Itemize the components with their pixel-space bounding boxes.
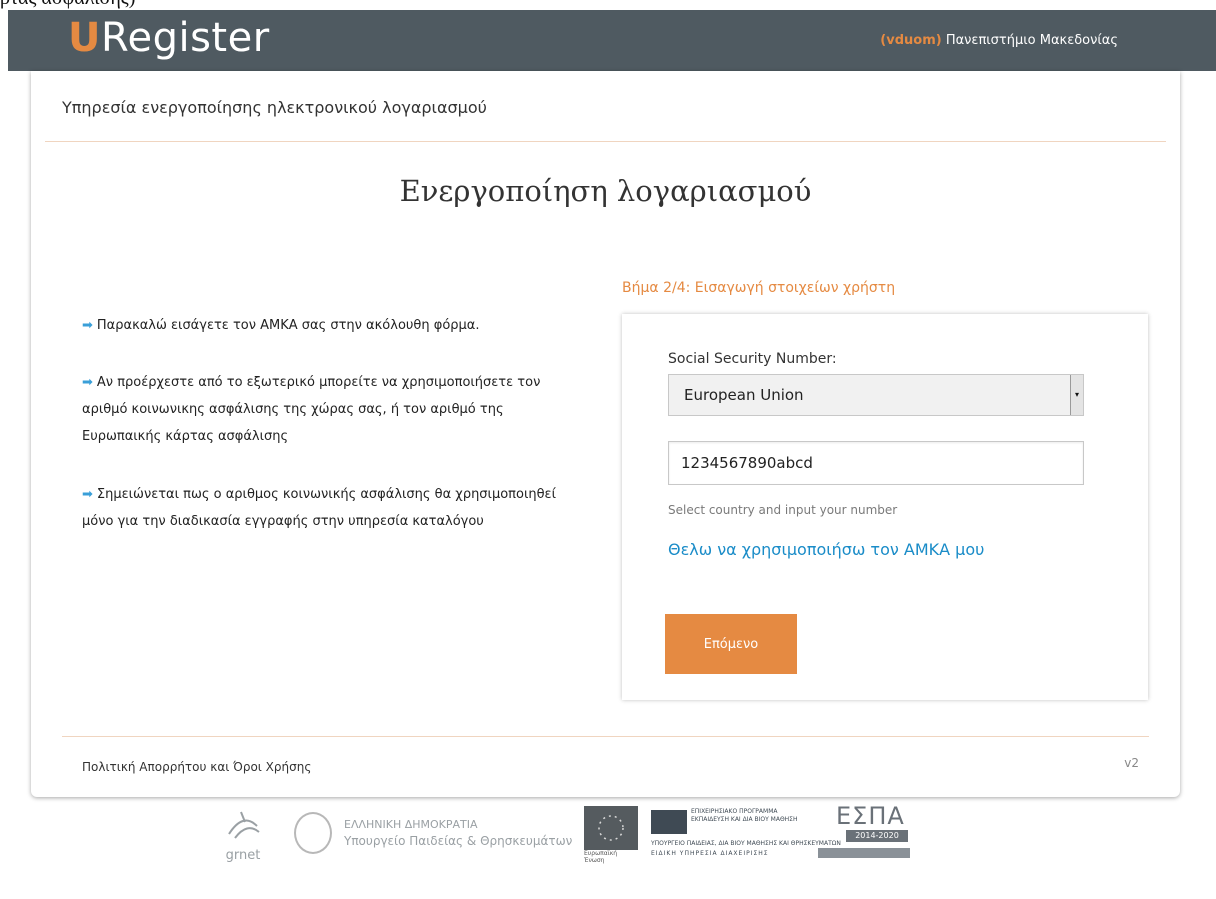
country-select[interactable]: European Union ▾ [668,374,1084,416]
arrow-right-icon: ➡ [82,375,93,390]
ssn-label: Social Security Number: [668,351,837,367]
country-select-value: European Union [684,386,804,404]
greek-ministry-logo: ΕΛΛΗΝΙΚΗ ΔΗΜΟΚΡΑΤΙΑ Υπουργείο Παιδείας &… [294,812,594,862]
registration-form: Social Security Number: European Union ▾… [622,314,1148,700]
epeaek-emblem-icon [651,810,687,834]
ep-line-4: ΕΙΔΙΚΗ ΥΠΗΡΕΣΙΑ ΔΙΑΧΕΙΡΙΣΗΣ [651,850,769,857]
version-label: v2 [1124,756,1139,770]
info-text: Σημειώνεται πως ο αριθμος κοινωνικής ασφ… [82,487,556,529]
sponsor-logos: grnet ΕΛΛΗΝΙΚΗ ΔΗΜΟΚΡΑΤΙΑ Υπουργείο Παιδ… [0,800,1216,880]
espa-bar [818,848,910,858]
gov-line-1: ΕΛΛΗΝΙΚΗ ΔΗΜΟΚΡΑΤΙΑ [344,818,478,831]
username: (vduom) [880,33,942,48]
espa-years: 2014-2020 [846,830,908,842]
institution-name: Πανεπιστήμιο Μακεδονίας [945,33,1118,48]
ssn-input[interactable] [668,441,1084,485]
privacy-policy-link[interactable]: Πολιτική Απορρήτου και Όροι Χρήσης [82,760,311,774]
dropdown-arrow-icon[interactable]: ▾ [1070,375,1083,415]
main-card: Υπηρεσία ενεργοποίησης ηλεκτρονικού λογα… [31,71,1180,797]
ep-line-2: ΕΚΠΑΙΔΕΥΣΗ ΚΑΙ ΔΙΑ ΒΙΟΥ ΜΑΘΗΣΗ [691,816,798,823]
app-logo[interactable]: URegister [68,14,270,62]
info-text: Αν προέρχεστε από το εξωτερικό μπορείτε … [82,375,541,444]
divider-bottom [62,736,1149,737]
logo-text: Register [100,15,270,61]
info-text: Παρακαλώ εισάγετε τον ΑΜΚΑ σας στην ακόλ… [96,318,480,333]
eu-flag-icon [584,806,638,850]
espa-logo: ΕΣΠΑ 2014-2020 [818,802,910,866]
divider-top [45,141,1166,142]
help-text: Select country and input your number [668,503,898,517]
gov-line-2: Υπουργείο Παιδείας & Θρησκευμάτων [344,834,573,848]
grnet-logo: grnet [218,808,268,868]
top-bar: URegister (vduom) Πανεπιστήμιο Μακεδονία… [8,10,1216,71]
page-title: Ενεργοποίηση λογαριασμού [399,174,812,208]
info-item: ➡ Σημειώνεται πως ο αριθμος κοινωνικής ασ… [82,481,572,535]
eu-stars-icon [598,815,624,841]
espa-title: ΕΣΠΑ [836,802,905,830]
grnet-emblem-icon [228,811,260,839]
info-item: ➡ Παρακαλώ εισάγετε τον ΑΜΚΑ σας στην ακό… [82,312,572,339]
arrow-right-icon: ➡ [82,487,93,502]
logo-letter: U [68,15,101,61]
service-title: Υπηρεσία ενεργοποίησης ηλεκτρονικού λογα… [62,98,487,117]
stray-text-fragment: ρτας ασφαλισης) [0,0,135,10]
ep-line-3: ΥΠΟΥΡΓΕΙΟ ΠΑΙΔΕΙΑΣ, ΔΙΑ ΒΙΟΥ ΜΑΘΗΣΗΣ ΚΑΙ… [651,840,841,847]
use-amka-link[interactable]: Θελω να χρησιμοποιήσω τον ΑΜΚΑ μου [668,540,984,559]
epeaek-logo: ΕΠΙΧΕΙΡΗΣΙΑΚΟ ΠΡΟΓΡΑΜΜΑ ΕΚΠΑΙΔΕΥΣΗ ΚΑΙ Δ… [651,808,841,868]
arrow-right-icon: ➡ [82,318,93,333]
eu-caption: Ευρωπαϊκή Ένωση [584,850,618,864]
grnet-text: grnet [225,848,261,863]
user-info: (vduom) Πανεπιστήμιο Μακεδονίας [880,33,1118,48]
next-button[interactable]: Επόμενο [665,614,797,674]
greek-emblem-icon [294,812,332,854]
step-title: Βήμα 2/4: Εισαγωγή στοιχείων χρήστη [622,280,896,296]
info-item: ➡ Αν προέρχεστε από το εξωτερικό μπορείτε… [82,369,572,450]
ep-line-1: ΕΠΙΧΕΙΡΗΣΙΑΚΟ ΠΡΟΓΡΑΜΜΑ [691,808,778,815]
